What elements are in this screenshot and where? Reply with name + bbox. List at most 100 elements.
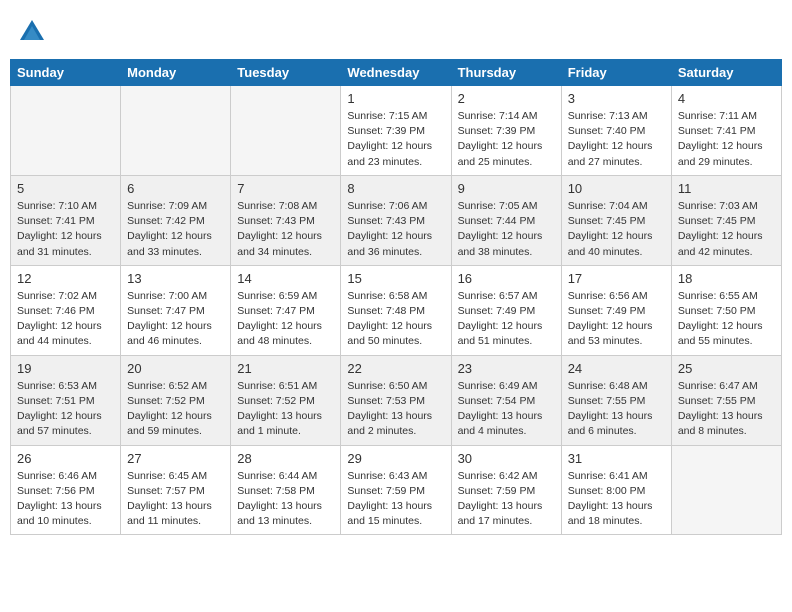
calendar-day-cell: 10Sunrise: 7:04 AM Sunset: 7:45 PM Dayli… xyxy=(561,175,671,265)
day-number: 7 xyxy=(237,181,334,196)
day-info: Sunrise: 6:58 AM Sunset: 7:48 PM Dayligh… xyxy=(347,289,444,350)
day-number: 8 xyxy=(347,181,444,196)
day-number: 31 xyxy=(568,451,665,466)
day-info: Sunrise: 7:03 AM Sunset: 7:45 PM Dayligh… xyxy=(678,199,775,260)
calendar-day-cell: 11 Sunrise: 7:03 AM Sunset: 7:45 PM Dayli… xyxy=(671,175,781,265)
day-info: Sunrise: 6:50 AM Sunset: 7:53 PM Dayligh… xyxy=(347,379,444,440)
day-info: Sunrise: 6:52 AM Sunset: 7:52 PM Dayligh… xyxy=(127,379,224,440)
day-number: 18 xyxy=(678,271,775,286)
calendar-day-cell: 1 Sunrise: 7:15 AM Sunset: 7:39 PM Daylig… xyxy=(341,86,451,176)
day-info: Sunrise: 7:10 AM Sunset: 7:41 PM Dayligh… xyxy=(17,199,114,260)
day-number: 12 xyxy=(17,271,114,286)
day-number: 6 xyxy=(127,181,224,196)
day-info: Sunrise: 7:09 AM Sunset: 7:42 PM Dayligh… xyxy=(127,199,224,260)
calendar-week-row: 12 Sunrise: 7:02 AM Sunset: 7:46 PM Dayli… xyxy=(11,265,782,355)
calendar-day-cell: 14 Sunrise: 6:59 AM Sunset: 7:47 PM Dayli… xyxy=(231,265,341,355)
day-info: Sunrise: 7:11 AM Sunset: 7:41 PM Dayligh… xyxy=(678,109,775,170)
day-info: Sunrise: 6:53 AM Sunset: 7:51 PM Dayligh… xyxy=(17,379,114,440)
calendar-day-cell: 13 Sunrise: 7:00 AM Sunset: 7:47 PM Dayli… xyxy=(121,265,231,355)
day-number: 25 xyxy=(678,361,775,376)
day-info: Sunrise: 7:04 AM Sunset: 7:45 PM Dayligh… xyxy=(568,199,665,260)
calendar-day-cell: 25 Sunrise: 6:47 AM Sunset: 7:55 PM Dayli… xyxy=(671,355,781,445)
day-info: Sunrise: 6:59 AM Sunset: 7:47 PM Dayligh… xyxy=(237,289,334,350)
day-number: 1 xyxy=(347,91,444,106)
weekday-header: Saturday xyxy=(671,60,781,86)
day-number: 29 xyxy=(347,451,444,466)
calendar-day-cell: 7 Sunrise: 7:08 AM Sunset: 7:43 PM Daylig… xyxy=(231,175,341,265)
calendar-day-cell: 21 Sunrise: 6:51 AM Sunset: 7:52 PM Dayli… xyxy=(231,355,341,445)
calendar-day-cell: 5 Sunrise: 7:10 AM Sunset: 7:41 PM Daylig… xyxy=(11,175,121,265)
calendar-day-cell: 3Sunrise: 7:13 AM Sunset: 7:40 PM Daylig… xyxy=(561,86,671,176)
calendar-day-cell: 28 Sunrise: 6:44 AM Sunset: 7:58 PM Dayli… xyxy=(231,445,341,535)
day-number: 30 xyxy=(458,451,555,466)
calendar-day-cell: 12 Sunrise: 7:02 AM Sunset: 7:46 PM Dayli… xyxy=(11,265,121,355)
day-info: Sunrise: 6:49 AM Sunset: 7:54 PM Dayligh… xyxy=(458,379,555,440)
calendar-day-cell: 22 Sunrise: 6:50 AM Sunset: 7:53 PM Dayli… xyxy=(341,355,451,445)
day-number: 5 xyxy=(17,181,114,196)
weekday-header: Sunday xyxy=(11,60,121,86)
calendar-day-cell: 24 Sunrise: 6:48 AM Sunset: 7:55 PM Dayli… xyxy=(561,355,671,445)
weekday-header: Monday xyxy=(121,60,231,86)
calendar-day-cell: 29 Sunrise: 6:43 AM Sunset: 7:59 PM Dayli… xyxy=(341,445,451,535)
day-number: 16 xyxy=(458,271,555,286)
calendar-day-cell: 17Sunrise: 6:56 AM Sunset: 7:49 PM Dayli… xyxy=(561,265,671,355)
page-header xyxy=(10,10,782,51)
weekday-header: Thursday xyxy=(451,60,561,86)
calendar-day-cell: 30Sunrise: 6:42 AM Sunset: 7:59 PM Dayli… xyxy=(451,445,561,535)
weekday-header: Friday xyxy=(561,60,671,86)
day-number: 9 xyxy=(458,181,555,196)
day-info: Sunrise: 6:51 AM Sunset: 7:52 PM Dayligh… xyxy=(237,379,334,440)
calendar-day-cell xyxy=(11,86,121,176)
day-info: Sunrise: 7:13 AM Sunset: 7:40 PM Dayligh… xyxy=(568,109,665,170)
day-info: Sunrise: 7:15 AM Sunset: 7:39 PM Dayligh… xyxy=(347,109,444,170)
day-number: 23 xyxy=(458,361,555,376)
day-info: Sunrise: 6:55 AM Sunset: 7:50 PM Dayligh… xyxy=(678,289,775,350)
calendar-day-cell xyxy=(121,86,231,176)
calendar-body: 1 Sunrise: 7:15 AM Sunset: 7:39 PM Daylig… xyxy=(11,86,782,535)
calendar-day-cell xyxy=(671,445,781,535)
calendar-day-cell: 16Sunrise: 6:57 AM Sunset: 7:49 PM Dayli… xyxy=(451,265,561,355)
day-number: 15 xyxy=(347,271,444,286)
logo xyxy=(14,16,46,51)
calendar-week-row: 1 Sunrise: 7:15 AM Sunset: 7:39 PM Daylig… xyxy=(11,86,782,176)
day-number: 26 xyxy=(17,451,114,466)
day-number: 20 xyxy=(127,361,224,376)
weekday-header: Wednesday xyxy=(341,60,451,86)
day-number: 13 xyxy=(127,271,224,286)
day-info: Sunrise: 6:44 AM Sunset: 7:58 PM Dayligh… xyxy=(237,469,334,530)
calendar-day-cell: 18 Sunrise: 6:55 AM Sunset: 7:50 PM Dayli… xyxy=(671,265,781,355)
day-info: Sunrise: 6:47 AM Sunset: 7:55 PM Dayligh… xyxy=(678,379,775,440)
day-info: Sunrise: 7:02 AM Sunset: 7:46 PM Dayligh… xyxy=(17,289,114,350)
day-info: Sunrise: 6:48 AM Sunset: 7:55 PM Dayligh… xyxy=(568,379,665,440)
day-number: 24 xyxy=(568,361,665,376)
day-info: Sunrise: 6:45 AM Sunset: 7:57 PM Dayligh… xyxy=(127,469,224,530)
calendar-day-cell xyxy=(231,86,341,176)
calendar-header-row: SundayMondayTuesdayWednesdayThursdayFrid… xyxy=(11,60,782,86)
calendar-day-cell: 19Sunrise: 6:53 AM Sunset: 7:51 PM Dayli… xyxy=(11,355,121,445)
day-info: Sunrise: 7:06 AM Sunset: 7:43 PM Dayligh… xyxy=(347,199,444,260)
day-number: 4 xyxy=(678,91,775,106)
day-number: 14 xyxy=(237,271,334,286)
calendar-table: SundayMondayTuesdayWednesdayThursdayFrid… xyxy=(10,59,782,535)
day-number: 11 xyxy=(678,181,775,196)
day-number: 17 xyxy=(568,271,665,286)
calendar-day-cell: 20 Sunrise: 6:52 AM Sunset: 7:52 PM Dayli… xyxy=(121,355,231,445)
logo-icon xyxy=(18,18,46,51)
day-info: Sunrise: 7:00 AM Sunset: 7:47 PM Dayligh… xyxy=(127,289,224,350)
day-info: Sunrise: 7:08 AM Sunset: 7:43 PM Dayligh… xyxy=(237,199,334,260)
day-info: Sunrise: 7:14 AM Sunset: 7:39 PM Dayligh… xyxy=(458,109,555,170)
day-info: Sunrise: 7:05 AM Sunset: 7:44 PM Dayligh… xyxy=(458,199,555,260)
calendar-day-cell: 2 Sunrise: 7:14 AM Sunset: 7:39 PM Daylig… xyxy=(451,86,561,176)
day-info: Sunrise: 6:43 AM Sunset: 7:59 PM Dayligh… xyxy=(347,469,444,530)
calendar-week-row: 26 Sunrise: 6:46 AM Sunset: 7:56 PM Dayli… xyxy=(11,445,782,535)
calendar-day-cell: 6 Sunrise: 7:09 AM Sunset: 7:42 PM Daylig… xyxy=(121,175,231,265)
day-number: 2 xyxy=(458,91,555,106)
calendar-day-cell: 8 Sunrise: 7:06 AM Sunset: 7:43 PM Daylig… xyxy=(341,175,451,265)
calendar-day-cell: 27Sunrise: 6:45 AM Sunset: 7:57 PM Dayli… xyxy=(121,445,231,535)
day-number: 21 xyxy=(237,361,334,376)
calendar-week-row: 19Sunrise: 6:53 AM Sunset: 7:51 PM Dayli… xyxy=(11,355,782,445)
calendar-day-cell: 15 Sunrise: 6:58 AM Sunset: 7:48 PM Dayli… xyxy=(341,265,451,355)
day-info: Sunrise: 6:46 AM Sunset: 7:56 PM Dayligh… xyxy=(17,469,114,530)
day-number: 28 xyxy=(237,451,334,466)
day-number: 22 xyxy=(347,361,444,376)
